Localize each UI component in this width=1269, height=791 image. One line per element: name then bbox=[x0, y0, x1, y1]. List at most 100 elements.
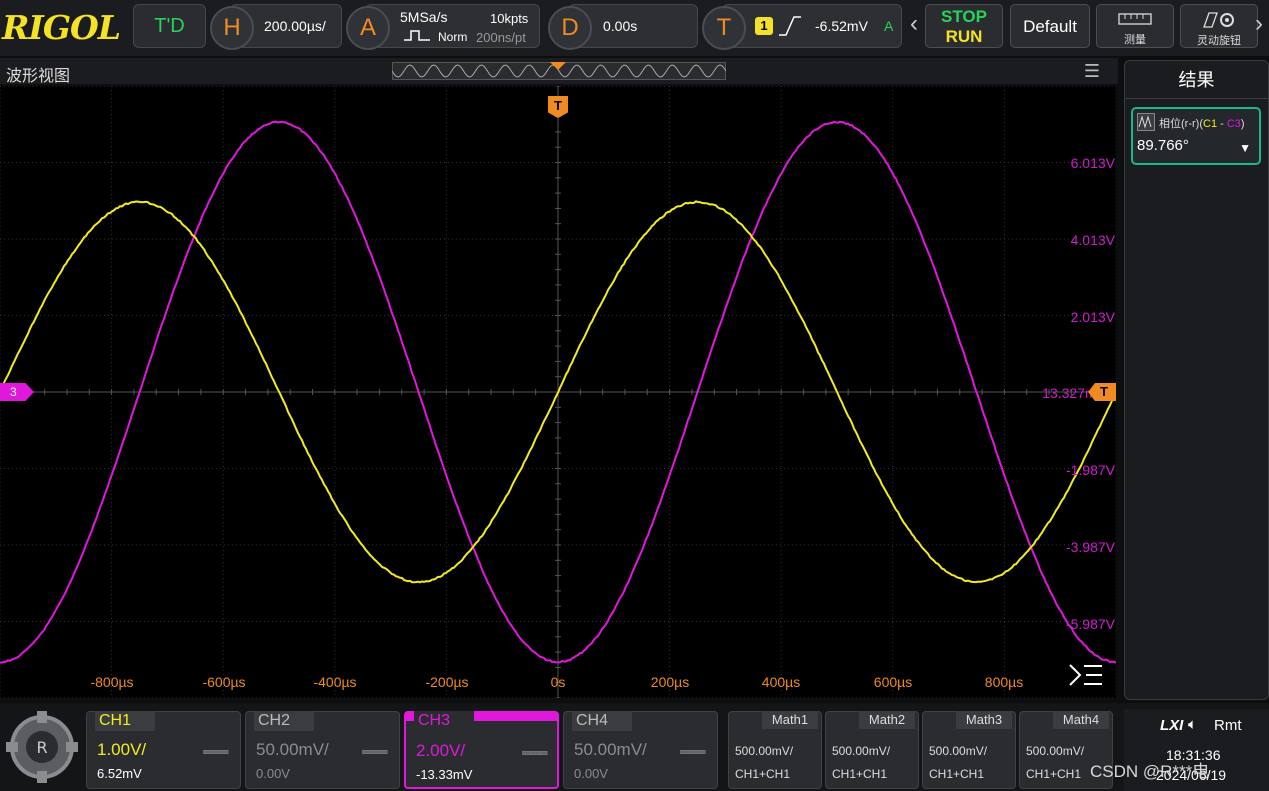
stop-run-button[interactable]: STOP RUN bbox=[925, 4, 1003, 48]
rising-edge-icon bbox=[777, 14, 803, 38]
x-label-4: -200µs bbox=[425, 674, 468, 690]
acquire-mode-icon bbox=[403, 28, 431, 42]
measure-name: 相位(r-r)(C1 - C3) bbox=[1159, 115, 1245, 131]
td-button[interactable]: T'D bbox=[133, 4, 206, 48]
waveform-overview-strip[interactable] bbox=[392, 62, 726, 80]
ch1-offset: 6.52mV bbox=[97, 766, 142, 781]
trigger-control[interactable] bbox=[722, 4, 902, 48]
measure-sep: - bbox=[1217, 118, 1227, 130]
math2-box[interactable]: Math2 500.00mV/ CH1+CH1 bbox=[825, 711, 919, 789]
dc-coupling-icon: ═══ bbox=[362, 744, 387, 759]
x-label-6: 200µs bbox=[651, 674, 689, 690]
math2-source: CH1+CH1 bbox=[832, 767, 887, 781]
x-label-3: -400µs bbox=[313, 674, 356, 690]
math4-tab: Math4 bbox=[1053, 711, 1109, 729]
math3-tab: Math3 bbox=[956, 711, 1012, 729]
default-button[interactable]: Default bbox=[1010, 4, 1090, 48]
chevron-right-icon[interactable]: › bbox=[1255, 10, 1263, 38]
bottom-bar: R CH1 1.00V/ ═══ 6.52mV CH2 50.00mV/ ═══… bbox=[0, 703, 1269, 791]
results-panel: 结果 相位(r-r)(C1 - C3) 89.766° ▼ bbox=[1124, 60, 1269, 700]
delay-icon[interactable]: D bbox=[548, 6, 592, 50]
rigol-logo: RIGOL bbox=[2, 8, 120, 47]
delay-value: 0.00s bbox=[603, 18, 637, 34]
ch4-offset: 0.00V bbox=[574, 766, 608, 781]
dc-coupling-icon: ═══ bbox=[203, 744, 228, 759]
math4-source: CH1+CH1 bbox=[1026, 767, 1081, 781]
ch2-box[interactable]: CH2 50.00mV/ ═══ 0.00V bbox=[245, 711, 400, 789]
waveform-canvas bbox=[0, 86, 1116, 698]
measure-button[interactable]: 测量 bbox=[1096, 4, 1174, 48]
lxi-label: LXI bbox=[1160, 717, 1183, 734]
time-per-point: 200ns/pt bbox=[476, 30, 526, 45]
math3-source: CH1+CH1 bbox=[929, 767, 984, 781]
collapse-menu-icon[interactable] bbox=[1068, 662, 1104, 688]
ch3-scale: 2.00V/ bbox=[416, 741, 465, 761]
acquire-mode: Norm bbox=[438, 30, 467, 44]
ch1-box[interactable]: CH1 1.00V/ ═══ 6.52mV bbox=[86, 711, 241, 789]
y-label-1: 6.013V bbox=[1071, 155, 1115, 171]
phase-measurement-card[interactable]: 相位(r-r)(C1 - C3) 89.766° ▼ bbox=[1131, 107, 1261, 165]
math2-scale: 500.00mV/ bbox=[832, 744, 890, 758]
top-toolbar: RIGOL T'D H 200.00µs/ A 5MSa/s 10kpts No… bbox=[0, 0, 1269, 56]
dc-coupling-icon: ═══ bbox=[522, 745, 547, 760]
y-label-3: 2.013V bbox=[1071, 309, 1115, 325]
watermark: CSDN @R***电 bbox=[1090, 757, 1209, 782]
knob-label: 灵动旋钮 bbox=[1181, 32, 1257, 48]
measure-ch1: C1 bbox=[1203, 118, 1217, 130]
ch3-tab: CH3 bbox=[414, 711, 474, 731]
phase-measure-icon bbox=[1137, 113, 1155, 131]
horizontal-icon[interactable]: H bbox=[210, 6, 254, 50]
math4-scale: 500.00mV/ bbox=[1026, 744, 1084, 758]
ch3-offset: -13.33mV bbox=[416, 767, 472, 782]
measure-name-text: 相位(r-r) bbox=[1159, 118, 1199, 130]
math1-scale: 500.00mV/ bbox=[735, 744, 793, 758]
dropdown-arrow-icon[interactable]: ▼ bbox=[1239, 141, 1251, 155]
ch4-box[interactable]: CH4 50.00mV/ ═══ 0.00V bbox=[563, 711, 718, 789]
math1-tab: Math1 bbox=[762, 711, 818, 729]
acquire-icon[interactable]: A bbox=[346, 6, 390, 50]
memory-depth: 10kpts bbox=[490, 11, 528, 26]
horizontal-scale-value: 200.00µs/ bbox=[264, 18, 326, 34]
chevron-left-icon[interactable]: ‹ bbox=[910, 10, 918, 38]
speaker-mute-icon[interactable]: 🔈︎ bbox=[1188, 716, 1197, 733]
math3-scale: 500.00mV/ bbox=[929, 744, 987, 758]
measure-value: 89.766° bbox=[1137, 137, 1189, 154]
measure-label: 测量 bbox=[1097, 31, 1173, 47]
ch2-scale: 50.00mV/ bbox=[256, 740, 329, 760]
sample-rate: 5MSa/s bbox=[400, 9, 447, 25]
ch2-offset: 0.00V bbox=[256, 766, 290, 781]
trigger-mode: A bbox=[884, 18, 893, 34]
math2-tab: Math2 bbox=[859, 711, 915, 729]
x-label-5: 0s bbox=[551, 674, 566, 690]
home-gear-icon[interactable]: R bbox=[4, 709, 80, 785]
ch1-tab: CH1 bbox=[95, 711, 155, 731]
x-label-8: 600µs bbox=[874, 674, 912, 690]
x-label-7: 400µs bbox=[762, 674, 800, 690]
x-label-1: -800µs bbox=[90, 674, 133, 690]
knob-gear-icon bbox=[1201, 9, 1237, 29]
measure-ch3: C3 bbox=[1227, 118, 1241, 130]
y-label-4: -1.987V bbox=[1066, 462, 1115, 478]
x-label-9: 800µs bbox=[985, 674, 1023, 690]
waveform-titlebar: 波形视图 ☰ bbox=[0, 58, 1118, 84]
ch1-scale: 1.00V/ bbox=[97, 740, 146, 760]
svg-text:R: R bbox=[36, 738, 47, 757]
dc-coupling-icon: ═══ bbox=[680, 744, 705, 759]
smart-knob-button[interactable]: 灵动旋钮 bbox=[1180, 4, 1258, 48]
math3-box[interactable]: Math3 500.00mV/ CH1+CH1 bbox=[922, 711, 1016, 789]
ch2-tab: CH2 bbox=[254, 711, 314, 731]
menu-icon[interactable]: ☰ bbox=[1084, 61, 1100, 82]
ch3-box[interactable]: CH3 2.00V/ ═══ -13.33mV bbox=[404, 711, 559, 789]
y-label-2: 4.013V bbox=[1071, 232, 1115, 248]
ch4-tab: CH4 bbox=[572, 711, 632, 731]
y-label-6: -5.987V bbox=[1066, 616, 1115, 632]
trigger-level: -6.52mV bbox=[815, 18, 868, 34]
trigger-icon[interactable]: T bbox=[702, 6, 746, 50]
ch4-scale: 50.00mV/ bbox=[574, 740, 647, 760]
math1-box[interactable]: Math1 500.00mV/ CH1+CH1 bbox=[728, 711, 822, 789]
math1-source: CH1+CH1 bbox=[735, 767, 790, 781]
x-label-2: -600µs bbox=[202, 674, 245, 690]
waveform-grid[interactable]: T 3 13.327mV T 6.013V 4.013V 2.013V -1.9… bbox=[0, 86, 1116, 698]
waveform-title: 波形视图 bbox=[6, 62, 70, 86]
results-title: 结果 bbox=[1125, 61, 1268, 99]
